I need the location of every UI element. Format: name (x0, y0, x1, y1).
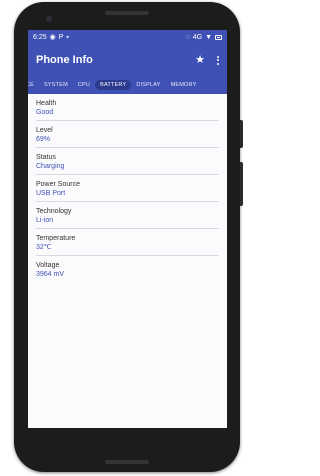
list-item-temperature: Temperature 32℃ (36, 229, 219, 256)
tab-device[interactable]: CE (28, 80, 39, 90)
list-item-status: Status Charging (36, 148, 219, 175)
whatsapp-icon: ◉ (49, 33, 56, 41)
tab-cpu[interactable]: CPU (73, 80, 95, 90)
row-value: USB Port (36, 190, 66, 197)
tab-display[interactable]: DISPLAY (131, 80, 165, 90)
wifi-icon: ▼ (205, 33, 212, 41)
row-value: 69% (36, 136, 51, 143)
app-title: Phone Info (36, 54, 93, 66)
status-time: 6:25 (33, 33, 47, 41)
row-label: Level (36, 127, 53, 134)
star-icon[interactable]: ★ (195, 54, 205, 66)
row-label: Voltage (36, 262, 60, 269)
status-bar: 6:25 ◉ P ▪ ◌ 4G ▼ (28, 30, 227, 44)
row-value: 3964 mV (36, 271, 65, 278)
overflow-menu-icon[interactable] (217, 55, 219, 65)
row-label: Health (36, 100, 57, 107)
list-item-technology: Technology Li-ion (36, 202, 219, 229)
lte-label: 4G (192, 33, 203, 41)
earpiece-speaker (105, 11, 149, 15)
power-button (240, 120, 243, 148)
notification-icon: ▪ (66, 33, 69, 41)
tab-battery[interactable]: BATTERY (95, 80, 132, 90)
list-item-voltage: Voltage 3964 mV (36, 256, 219, 282)
front-camera (46, 16, 52, 22)
list-item-power-source: Power Source USB Port (36, 175, 219, 202)
list-item-health: Health Good (36, 94, 219, 121)
row-value: 32℃ (36, 244, 52, 251)
tab-memory[interactable]: MEMORY (166, 80, 202, 90)
battery-icon (215, 34, 222, 40)
app-bar: Phone Info ★ (28, 44, 227, 76)
bottom-speaker (105, 460, 149, 464)
list-item-level: Level 69% (36, 121, 219, 148)
tab-bar: CE SYSTEM CPU BATTERY DISPLAY MEMORY (28, 76, 227, 94)
tab-system[interactable]: SYSTEM (39, 80, 73, 90)
row-value: Good (36, 109, 54, 116)
row-label: Temperature (36, 235, 76, 242)
row-label: Power Source (36, 181, 80, 188)
screen: 6:25 ◉ P ▪ ◌ 4G ▼ Phone Info ★ CE SYSTEM… (28, 30, 227, 428)
volume-button (240, 162, 243, 206)
cast-icon: ◌ (185, 33, 190, 41)
row-label: Technology (36, 208, 72, 215)
parking-icon: P (58, 33, 64, 41)
row-value: Li-ion (36, 217, 54, 224)
row-label: Status (36, 154, 56, 161)
battery-info-list: Health Good Level 69% Status Charging Po… (28, 94, 227, 282)
row-value: Charging (36, 163, 65, 170)
